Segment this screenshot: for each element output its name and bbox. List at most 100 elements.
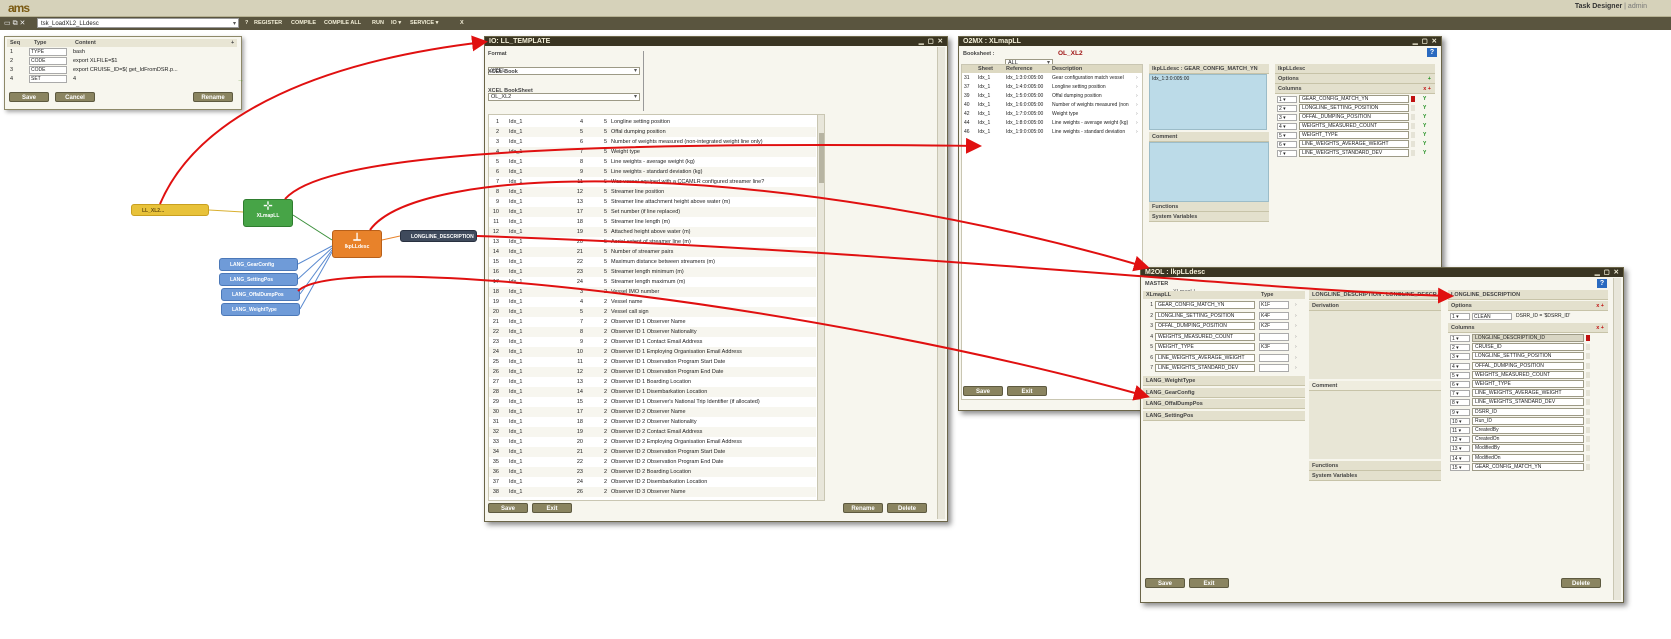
io-table-row[interactable]: 27 Idx_1 13 2 Observer ID 1 Boarding Locatio… xyxy=(489,377,816,387)
m2ol-save-button[interactable]: Save xyxy=(1145,578,1185,588)
io-table-row[interactable]: 29 Idx_1 15 2 Observer ID 1 Observer's Natio… xyxy=(489,397,816,407)
order-select[interactable]: 1 ▾ xyxy=(1450,335,1470,342)
check-mark[interactable]: Y xyxy=(1423,149,1431,158)
check-mark[interactable]: Y xyxy=(1423,95,1431,104)
io-table-row[interactable]: 38 Idx_1 26 2 Observer ID 3 Observer Name xyxy=(489,487,816,497)
remove-add-icon[interactable]: x + xyxy=(1596,301,1604,311)
io-table-row[interactable]: 15 Idx_1 22 5 Maximum distance between strea… xyxy=(489,257,816,267)
io-save-button[interactable]: Save xyxy=(488,503,528,513)
m2ol-column-row[interactable]: 9 ▾ DSRR_ID xyxy=(1448,407,1608,417)
check-mark[interactable]: Y xyxy=(1423,113,1431,122)
type-select[interactable] xyxy=(1259,332,1289,341)
o2mx-mapping-textarea[interactable]: Idx_1:3:0:005:00 xyxy=(1149,74,1267,130)
io-rename-button[interactable]: Rename xyxy=(843,503,883,513)
chevron-right-icon[interactable]: › xyxy=(1136,110,1142,119)
io-table-row[interactable]: 6 Idx_1 9 5 Line weights - standard deviatio… xyxy=(489,167,816,177)
io-table-row[interactable]: 37 Idx_1 24 2 Observer ID 2 Disembarkation L… xyxy=(489,477,816,487)
o2mx-column-row[interactable]: 4 ▾ WEIGHTS_MEASURED_COUNT Y xyxy=(1275,122,1435,131)
io-table-row[interactable]: 2 Idx_1 5 5 Offal dumping position xyxy=(489,127,816,137)
order-select[interactable]: 1 ▾ xyxy=(1277,96,1297,103)
m2ol-column-row[interactable]: 10 ▾ Run_ID xyxy=(1448,416,1608,426)
derivation-textarea[interactable] xyxy=(1309,311,1441,379)
o2mx-column-row[interactable]: 7 ▾ LINE_WEIGHTS_STANDARD_DEV Y xyxy=(1275,149,1435,158)
o2mx-window-title[interactable]: O2MX : XLmapLL ▁ ▢ ✕ xyxy=(959,37,1441,46)
order-select[interactable]: 7 ▾ xyxy=(1450,390,1470,398)
m2ol-source-row[interactable]: 4 WEIGHTS_MEASURED_COUNT › xyxy=(1143,332,1305,342)
m2ol-source-row[interactable]: 3 OFFAL_DUMPING_POSITION K2F › xyxy=(1143,322,1305,331)
io-table-row[interactable]: 35 Idx_1 22 2 Observer ID 2 Observation Prog… xyxy=(489,457,816,467)
order-select[interactable]: 2 ▾ xyxy=(1450,344,1470,352)
m2ol-column-row[interactable]: 1 ▾ LONGLINE_DESCRIPTION_ID xyxy=(1448,334,1608,343)
io-table-row[interactable]: 3 Idx_1 6 5 Number of weights measured (non-… xyxy=(489,137,816,147)
io-table-row[interactable]: 9 Idx_1 13 5 Streamer line attachment height… xyxy=(489,197,816,207)
o2mx-table-row[interactable]: 46 Idx_1 Idx_1:9:0:005:00 Line weights - st… xyxy=(962,128,1142,137)
check-mark[interactable]: Y xyxy=(1423,122,1431,131)
m2ol-column-row[interactable]: 5 ▾ WEIGHTS_MEASURED_COUNT xyxy=(1448,370,1608,380)
chevron-right-icon[interactable]: › xyxy=(1295,301,1301,310)
m2ol-column-row[interactable]: 3 ▾ LONGLINE_SETTING_POSITION xyxy=(1448,352,1608,361)
chevron-right-icon[interactable]: › xyxy=(1295,364,1301,373)
io-table-row[interactable]: 7 Idx_1 11 5 Was vessel equiped with a CCAML… xyxy=(489,177,816,187)
chevron-right-icon[interactable]: › xyxy=(1136,119,1142,128)
o2mx-table-row[interactable]: 42 Idx_1 Idx_1:7:0:005:00 Weight type › xyxy=(962,110,1142,119)
chevron-right-icon[interactable]: › xyxy=(1136,92,1142,101)
add-icon[interactable]: + xyxy=(1428,74,1431,84)
check-mark[interactable]: Y xyxy=(1423,104,1431,113)
window-controls-icon[interactable]: ▁ ▢ ✕ xyxy=(1413,37,1438,46)
order-select[interactable]: 8 ▾ xyxy=(1450,399,1470,407)
io-table-row[interactable]: 5 Idx_1 8 5 Line weights - average weight (k… xyxy=(489,157,816,167)
type-select[interactable] xyxy=(1259,353,1289,362)
io-exit-button[interactable]: Exit xyxy=(532,503,572,513)
m2ol-column-row[interactable]: 6 ▾ WEIGHT_TYPE xyxy=(1448,380,1608,389)
io-table-row[interactable]: 8 Idx_1 12 5 Streamer line position xyxy=(489,187,816,197)
io-table-row[interactable]: 13 Idx_1 20 5 Aerial extent of streamer line… xyxy=(489,237,816,247)
o2mx-column-row[interactable]: 2 ▾ LONGLINE_SETTING_POSITION Y xyxy=(1275,104,1435,113)
m2ol-column-row[interactable]: 2 ▾ CRUISE_ID xyxy=(1448,343,1608,352)
order-select[interactable]: 4 ▾ xyxy=(1450,362,1470,370)
m2ol-column-row[interactable]: 11 ▾ CreatedBy xyxy=(1448,426,1608,435)
o2mx-table-row[interactable]: 31 Idx_1 Idx_1:3:0:005:00 Gear configuratio… xyxy=(962,74,1142,83)
order-select[interactable]: 3 ▾ xyxy=(1450,353,1470,361)
help-icon[interactable]: ? xyxy=(1427,48,1437,57)
m2ol-functions-label[interactable]: Functions xyxy=(1309,461,1441,471)
type-select[interactable]: K4F xyxy=(1259,311,1289,320)
io-table-row[interactable]: 11 Idx_1 18 5 Streamer line length (m) xyxy=(489,217,816,227)
m2ol-window-title[interactable]: M2OL : lkpLLdesc ▁ ▢ ✕ xyxy=(1141,268,1623,277)
io-table-row[interactable]: 25 Idx_1 11 2 Observer ID 1 Observation Prog… xyxy=(489,357,816,367)
chevron-right-icon[interactable]: › xyxy=(1136,83,1142,92)
io-table-row[interactable]: 19 Idx_1 4 2 Vessel name xyxy=(489,297,816,307)
io-table-row[interactable]: 36 Idx_1 23 2 Observer ID 2 Boarding Locatio… xyxy=(489,467,816,477)
io-window-scrollbar[interactable] xyxy=(937,47,945,519)
io-table-row[interactable]: 32 Idx_1 19 2 Observer ID 2 Contact Email Ad… xyxy=(489,427,816,437)
order-select[interactable]: 12 ▾ xyxy=(1450,436,1470,444)
o2mx-column-row[interactable]: 1 ▾ GEAR_CONFIG_MATCH_YN Y xyxy=(1275,95,1435,104)
type-select[interactable]: K2F xyxy=(1259,322,1289,330)
m2ol-exit-button[interactable]: Exit xyxy=(1189,578,1229,588)
order-select[interactable]: 11 ▾ xyxy=(1450,427,1470,434)
order-select[interactable]: 3 ▾ xyxy=(1277,114,1297,121)
io-table-row[interactable]: 33 Idx_1 20 2 Observer ID 2 Employing Organi… xyxy=(489,437,816,447)
window-controls-icon[interactable]: ▁ ▢ ✕ xyxy=(1595,268,1620,277)
o2mx-column-row[interactable]: 3 ▾ OFFAL_DUMPING_POSITION Y xyxy=(1275,113,1435,122)
check-mark[interactable]: Y xyxy=(1423,140,1431,149)
io-table-row[interactable]: 30 Idx_1 17 2 Observer ID 2 Observer Name xyxy=(489,407,816,417)
io-table-row[interactable]: 10 Idx_1 17 5 Set number (if line replaced) xyxy=(489,207,816,217)
lang-section[interactable]: LANG_OffalDumpPos xyxy=(1143,399,1305,409)
io-table-row[interactable]: 18 Idx_1 3 2 Vessel IMO number xyxy=(489,287,816,297)
m2ol-column-row[interactable]: 14 ▾ ModifiedOn xyxy=(1448,453,1608,463)
m2ol-column-row[interactable]: 15 ▾ GEAR_CONFIG_MATCH_YN xyxy=(1448,462,1608,472)
order-select[interactable]: 5 ▾ xyxy=(1277,132,1297,139)
o2mx-sysvars-label[interactable]: System Variables xyxy=(1149,212,1269,222)
order-select[interactable]: 9 ▾ xyxy=(1450,408,1470,416)
io-table-row[interactable]: 28 Idx_1 14 2 Observer ID 1 Disembarkation L… xyxy=(489,387,816,397)
xcel-book-select[interactable]: OL_XL2 ▾ xyxy=(488,93,640,101)
o2mx-save-button[interactable]: Save xyxy=(963,386,1003,396)
chevron-right-icon[interactable]: › xyxy=(1295,322,1301,331)
chevron-right-icon[interactable]: › xyxy=(1295,312,1301,321)
io-table-row[interactable]: 31 Idx_1 18 2 Observer ID 2 Observer Nationa… xyxy=(489,417,816,427)
m2ol-source-row[interactable]: 1 GEAR_CONFIG_MATCH_YN K1F › xyxy=(1143,301,1305,310)
type-select[interactable]: K3F xyxy=(1259,343,1289,351)
m2ol-source-row[interactable]: 5 WEIGHT_TYPE K3F › xyxy=(1143,343,1305,352)
option-select[interactable]: CLEAN xyxy=(1472,313,1512,320)
help-icon[interactable]: ? xyxy=(1597,279,1607,288)
